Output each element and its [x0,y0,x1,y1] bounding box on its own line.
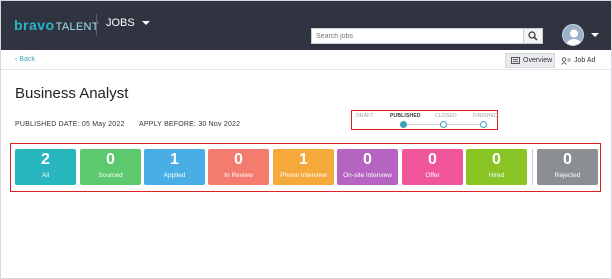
search-button[interactable] [523,28,543,44]
pipeline-label: All [41,172,50,179]
pipeline-count: 1 [299,151,308,168]
pipeline-count: 2 [41,151,50,168]
pipeline-label: Rejected [554,172,581,179]
page-title: Business Analyst [15,85,129,102]
pipeline-divider [532,149,533,185]
search-bar [311,28,543,44]
pipeline-card-phone-interview[interactable]: 1 Phone Interview [273,149,334,185]
pipeline-count: 0 [492,151,501,168]
pipeline-label: Offer [425,172,440,179]
pipeline-count: 0 [563,151,572,168]
pipeline-card-all[interactable]: 2 All [15,149,76,185]
pipeline-card-rejected[interactable]: 0 Rejected [537,149,598,185]
published-date: PUBLISHED DATE: 05 May 2022 [15,121,125,128]
pipeline-card-applied[interactable]: 1 Applied [144,149,205,185]
search-icon [528,31,538,41]
pipeline-card-on-site-interview[interactable]: 0 On-site Interview [337,149,398,185]
jobs-menu[interactable]: JOBS [106,17,150,29]
apply-before-date: APPLY BEFORE: 30 Nov 2022 [139,121,241,128]
pipeline-count: 0 [106,151,115,168]
logo-divider [96,14,97,36]
status-dot-finished[interactable] [480,121,487,128]
pipeline-label: Applied [163,172,186,179]
tab-job-ad-label: Job Ad [574,57,596,64]
pipeline-count: 0 [428,151,437,168]
overview-icon [511,57,520,64]
logo-sub: TALENT [55,21,99,33]
chevron-down-icon [591,33,599,37]
job-ad-icon [561,56,571,65]
pipeline-count: 0 [363,151,372,168]
logo[interactable]: bravoTALENT [14,17,99,33]
status-stage-closed: CLOSED [435,113,457,119]
pipeline-label: Phone Interview [280,172,327,179]
status-stage-finished: FINISHED [473,113,498,119]
logo-main: bravo [14,17,55,33]
user-avatar-icon [562,24,584,46]
tab-overview-label: Overview [523,57,553,64]
pipeline-label: Hired [488,172,505,179]
pipeline-count: 1 [170,151,179,168]
pipeline-card-sourced[interactable]: 0 Sourced [80,149,141,185]
tab-job-ad[interactable]: Job Ad [561,53,595,68]
user-menu[interactable] [562,24,599,46]
pipeline-label: In Review [224,172,253,179]
pipeline-card-hired[interactable]: 0 Hired [466,149,527,185]
job-status-tracker: DRAFT PUBLISHED CLOSED FINISHED [351,110,498,130]
status-stage-published: PUBLISHED [390,113,421,119]
pipeline-label: On-site Interview [343,172,392,179]
chevron-down-icon [141,21,150,25]
pipeline-card-offer[interactable]: 0 Offer [402,149,463,185]
tab-overview[interactable]: Overview [505,53,555,68]
pipeline-label: Sourced [98,172,123,179]
pipeline-card-in-review[interactable]: 0 In Review [208,149,269,185]
status-dot-published[interactable] [400,121,407,128]
pipeline-count: 0 [234,151,243,168]
jobs-menu-label: JOBS [106,17,135,29]
status-stage-draft: DRAFT [356,113,374,119]
back-link[interactable]: ‹ Back [15,56,35,63]
status-dot-closed[interactable] [440,121,447,128]
search-input[interactable] [311,28,523,44]
